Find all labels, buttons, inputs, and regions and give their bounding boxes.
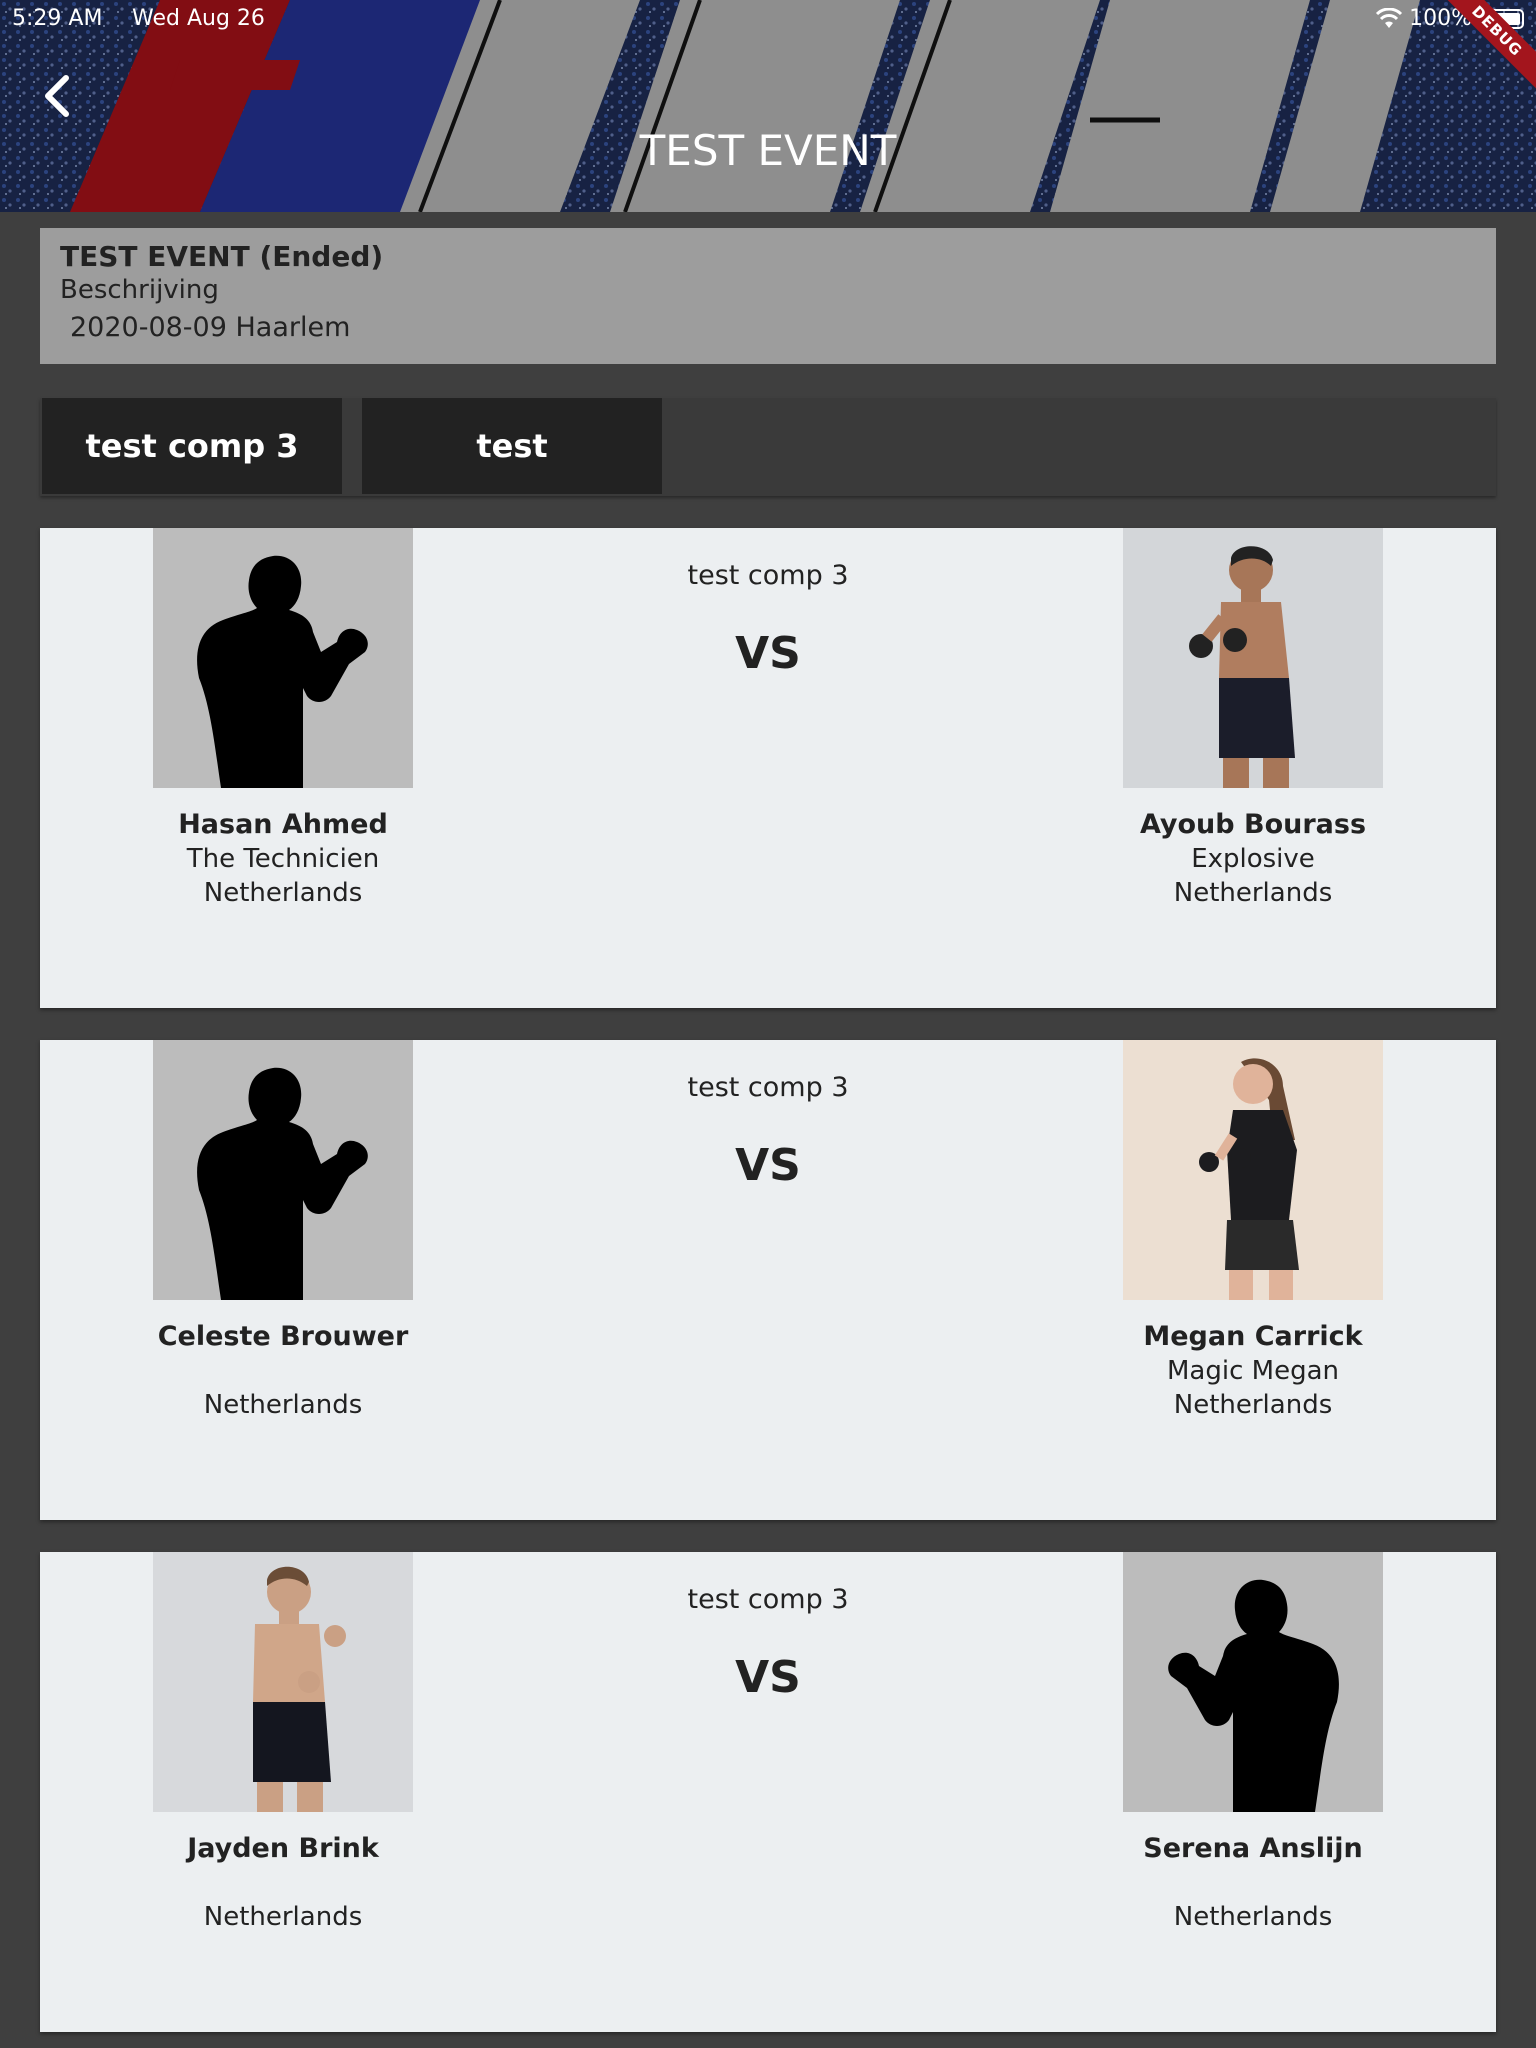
event-name: TEST EVENT (Ended)	[60, 240, 384, 273]
fighter-photo	[1123, 528, 1383, 788]
fight-card[interactable]: Jayden Brink Netherlands test comp 3 VS …	[40, 1552, 1496, 2032]
back-arrow-icon[interactable]	[38, 72, 78, 120]
fighter-silhouette-icon	[1168, 1579, 1339, 1812]
fighter-name: Jayden Brink	[187, 1833, 379, 1864]
fighter-nickname	[103, 1354, 463, 1388]
status-time: 5:29 AM	[12, 6, 103, 31]
fighter-name: Ayoub Bourass	[1139, 809, 1367, 840]
fighter-nickname: Explosive	[1191, 844, 1315, 874]
fight-card[interactable]: Celeste Brouwer Netherlands test comp 3 …	[40, 1040, 1496, 1520]
fighter-country: Netherlands	[1173, 1902, 1333, 1932]
fighter-country: Netherlands	[203, 878, 363, 908]
fighter-photo	[1123, 1040, 1383, 1300]
tab-test[interactable]: test	[362, 398, 662, 494]
status-bar: 5:29 AM Wed Aug 26 100%	[12, 6, 1524, 34]
header-banner: 5:29 AM Wed Aug 26 100% DEBUG TEST EVENT	[0, 0, 1536, 212]
fighter-name: Serena Anslijn	[1143, 1833, 1363, 1864]
fighter-nickname: The Technicien	[186, 844, 380, 874]
fighter-name: Megan Carrick	[1143, 1321, 1363, 1352]
tab-test-comp-3[interactable]: test comp 3	[42, 398, 342, 494]
fighter-country: Netherlands	[1173, 878, 1333, 908]
fighter-nickname	[1073, 1866, 1433, 1900]
page-title: TEST EVENT	[639, 126, 897, 175]
event-date-location: 2020-08-09 Haarlem	[70, 312, 351, 343]
event-description: Beschrijving	[60, 275, 219, 305]
fighter-name: Hasan Ahmed	[178, 809, 388, 840]
fighter-name: Celeste Brouwer	[157, 1321, 409, 1352]
fighter-photo-placeholder	[1123, 1552, 1383, 1812]
fighter-right[interactable]: Ayoub Bourass Explosive Netherlands	[1123, 528, 1383, 910]
fighter-country: Netherlands	[1173, 1390, 1333, 1420]
fighter-country: Netherlands	[203, 1902, 363, 1932]
status-date: Wed Aug 26	[132, 6, 265, 31]
fighter-right[interactable]: Megan Carrick Magic Megan Netherlands	[1123, 1040, 1383, 1422]
fighter-right[interactable]: Serena Anslijn Netherlands	[1123, 1552, 1383, 1934]
wifi-icon	[1376, 7, 1403, 28]
competition-tabs: test comp 3 test	[40, 398, 1496, 496]
fighter-nickname	[103, 1866, 463, 1900]
fight-card[interactable]: Hasan Ahmed The Technicien Netherlands t…	[40, 528, 1496, 1008]
fighter-country: Netherlands	[203, 1390, 363, 1420]
event-info-card: TEST EVENT (Ended) Beschrijving 2020-08-…	[40, 228, 1496, 364]
fighter-nickname: Magic Megan	[1167, 1356, 1339, 1386]
